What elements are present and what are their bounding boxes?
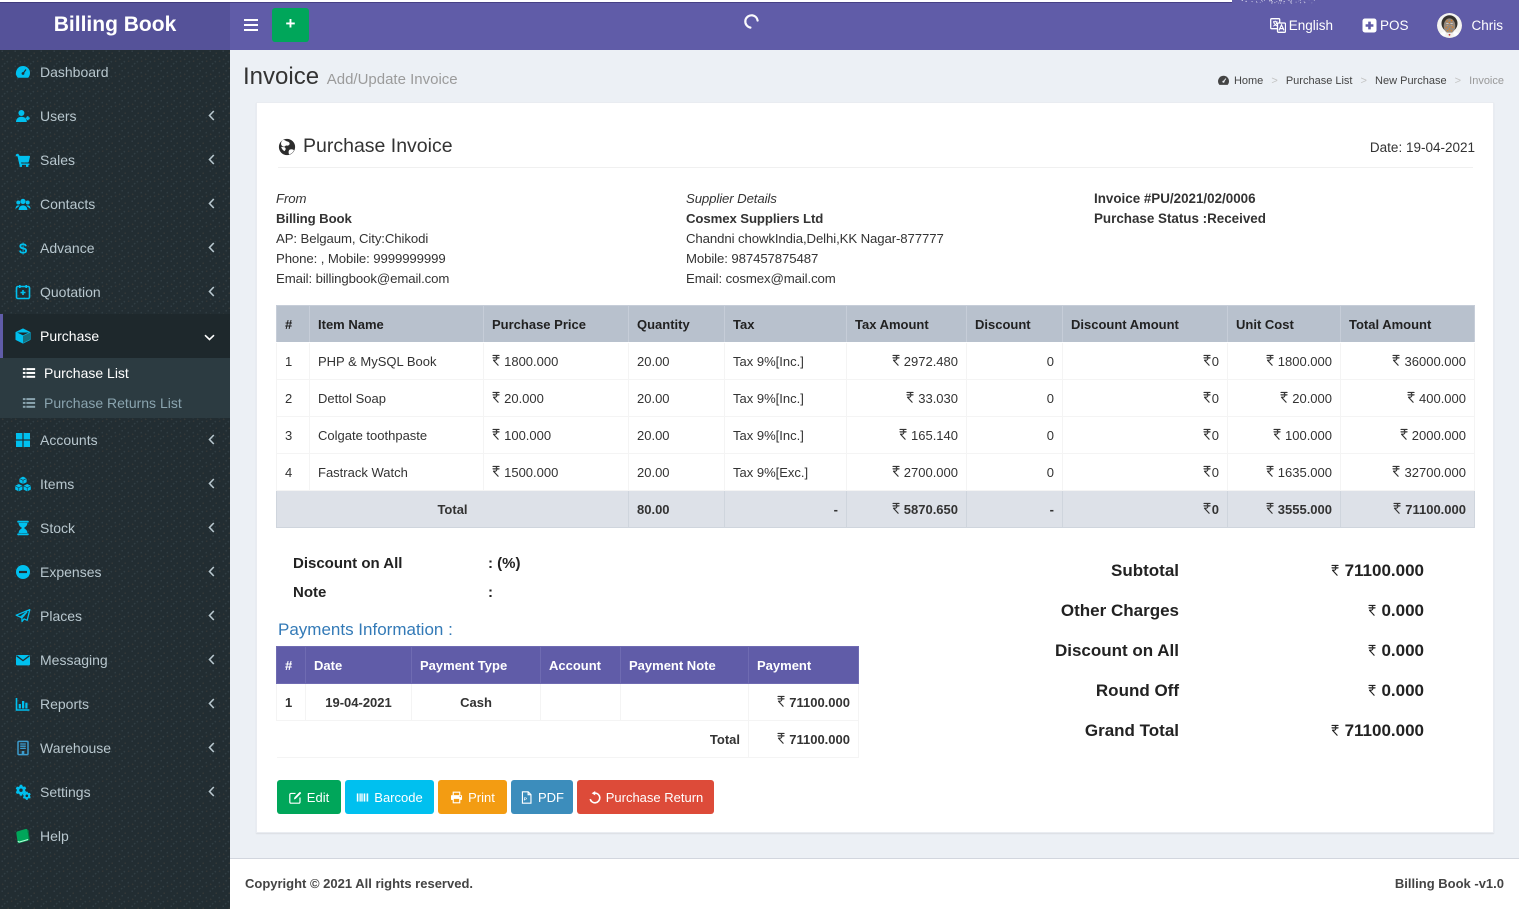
svg-text:$: $ [19, 240, 28, 256]
svg-text:P: P [524, 796, 528, 802]
